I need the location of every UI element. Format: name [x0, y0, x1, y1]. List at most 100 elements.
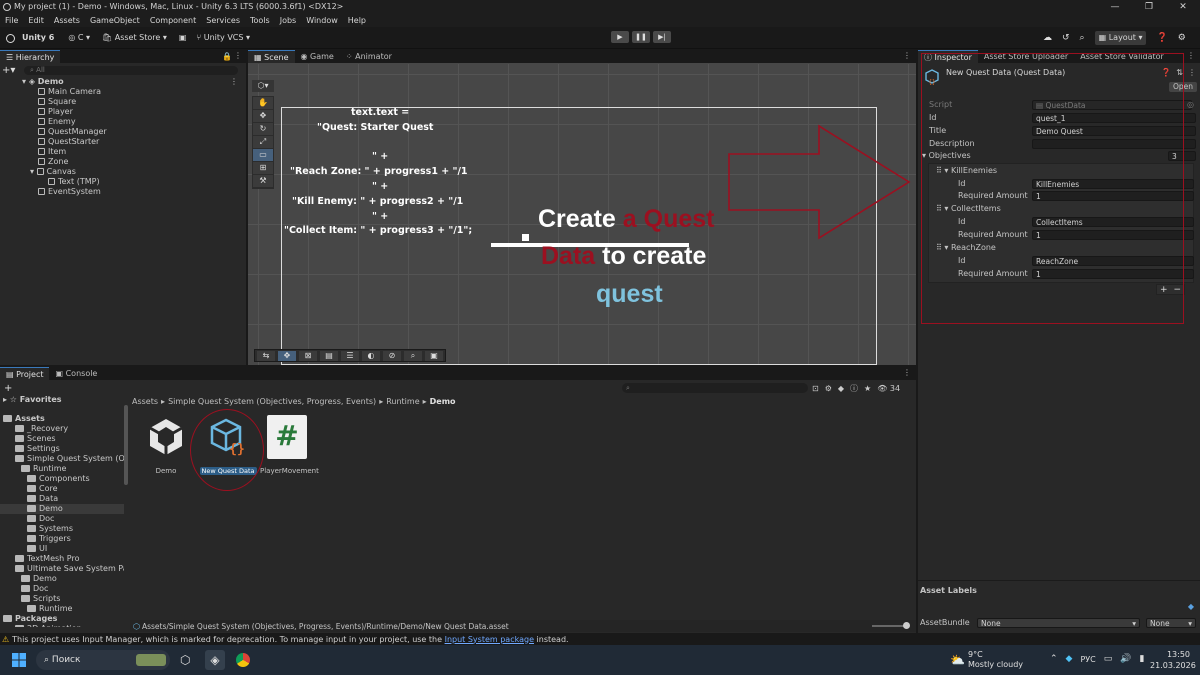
- battery-icon[interactable]: ▮: [1140, 654, 1145, 664]
- history-icon[interactable]: ↺: [1062, 33, 1070, 43]
- search-scene-icon[interactable]: ⊡: [812, 384, 819, 393]
- project-search-input[interactable]: ⌕: [622, 383, 808, 393]
- minimize-button[interactable]: —: [1098, 0, 1132, 14]
- rect-tool-icon[interactable]: ▭: [253, 149, 273, 161]
- input-system-link[interactable]: Input System package: [445, 635, 534, 644]
- tab-hierarchy[interactable]: ☰ Hierarchy: [0, 50, 61, 63]
- windows-start-icon[interactable]: [12, 653, 26, 667]
- project-tree-item[interactable]: TextMesh Pro: [15, 554, 124, 564]
- project-tree-item[interactable]: Doc: [21, 584, 124, 594]
- hidden-count-icon[interactable]: 👁 34: [877, 384, 900, 393]
- clock[interactable]: 13:50 21.03.2026: [1150, 650, 1196, 670]
- camera-icon[interactable]: ▣: [425, 350, 443, 361]
- asset-store-button[interactable]: 🛍 Asset Store ▾: [98, 31, 171, 45]
- project-tree-item[interactable]: Runtime: [21, 464, 124, 474]
- menu-help[interactable]: Help: [343, 14, 371, 27]
- favorite-icon[interactable]: ★: [864, 384, 871, 393]
- project-tree-item[interactable]: Data: [27, 494, 124, 504]
- menu-window[interactable]: Window: [301, 14, 343, 27]
- menu-assets[interactable]: Assets: [49, 14, 85, 27]
- unity-version-button[interactable]: Unity 6: [18, 31, 58, 45]
- project-tree-item[interactable]: Scripts: [21, 594, 124, 604]
- hand-tool-icon[interactable]: ✋: [253, 97, 273, 109]
- project-tree-item[interactable]: Systems: [27, 524, 124, 534]
- grid-icon[interactable]: ▤: [320, 350, 338, 361]
- volume-icon[interactable]: 🔊: [1120, 654, 1131, 664]
- project-tree-item[interactable]: Demo: [0, 504, 124, 514]
- tab-scene[interactable]: ▦ Scene: [248, 50, 295, 63]
- menu-services[interactable]: Services: [201, 14, 245, 27]
- tray-app-icon[interactable]: ◆: [1066, 654, 1073, 664]
- tab-project[interactable]: ▤ Project: [0, 367, 50, 380]
- cloud-icon[interactable]: ☁: [1043, 33, 1052, 43]
- scene-options-icon[interactable]: ⋮: [230, 77, 238, 86]
- tray-chevron-icon[interactable]: ⌃: [1050, 654, 1058, 664]
- step-button[interactable]: ▶|: [653, 31, 671, 43]
- hierarchy-item-queststarter[interactable]: QuestStarter: [38, 137, 99, 147]
- asset-tile-playermovement[interactable]: # PlayerMovement: [260, 415, 319, 481]
- project-tree-item[interactable]: Components: [27, 474, 124, 484]
- play-button[interactable]: ▶: [611, 31, 629, 43]
- menu-tools[interactable]: Tools: [245, 14, 275, 27]
- project-more-icon[interactable]: ⋮: [903, 368, 911, 377]
- hierarchy-item-canvas[interactable]: ▾ Canvas: [30, 167, 76, 177]
- menu-edit[interactable]: Edit: [23, 14, 49, 27]
- project-tree-item[interactable]: Core: [27, 484, 124, 494]
- unity-account-icon[interactable]: [6, 33, 15, 43]
- create-asset-button[interactable]: +: [4, 383, 12, 394]
- breadcrumb-item[interactable]: Assets: [132, 397, 158, 406]
- lighting-icon[interactable]: ◐: [362, 350, 380, 361]
- filter-type-icon[interactable]: ⚙: [825, 384, 832, 393]
- project-tree-item[interactable]: Ultimate Save System Pac: [15, 564, 124, 574]
- taskbar-app-unity-hub[interactable]: ⬡: [180, 653, 190, 667]
- favorites-section[interactable]: ▸ ☆ Favorites: [3, 395, 62, 405]
- help-icon[interactable]: ❓: [1156, 33, 1167, 43]
- lock-icon[interactable]: 🔒: [222, 52, 232, 61]
- draw-mode-dropdown[interactable]: ⬡▾: [252, 80, 274, 92]
- scale-tool-icon[interactable]: ⤢: [253, 136, 273, 148]
- project-tree-item[interactable]: Demo: [21, 574, 124, 584]
- icon-size-slider[interactable]: [872, 622, 910, 629]
- hierarchy-item-item[interactable]: Item: [38, 147, 66, 157]
- project-tree-item[interactable]: Settings: [15, 444, 124, 454]
- project-tree-item[interactable]: 2D Animation: [15, 624, 124, 627]
- tab-game[interactable]: ◉ Game: [295, 50, 340, 63]
- hierarchy-item-questmanager[interactable]: QuestManager: [38, 127, 107, 137]
- pause-button[interactable]: ❚❚: [632, 31, 650, 43]
- scene-root-row[interactable]: ▾ ◈ Demo: [22, 77, 232, 87]
- visibility-icon[interactable]: ⊘: [383, 350, 401, 361]
- add-object-button[interactable]: +▾: [2, 65, 18, 76]
- hierarchy-item-enemy[interactable]: Enemy: [38, 117, 76, 127]
- hierarchy-item-square[interactable]: Square: [38, 97, 76, 107]
- hierarchy-item-main-camera[interactable]: Main Camera: [38, 87, 101, 97]
- hierarchy-item-player[interactable]: Player: [38, 107, 73, 117]
- hierarchy-item-zone[interactable]: Zone: [38, 157, 68, 167]
- layout-dropdown[interactable]: ▦ Layout ▾: [1094, 31, 1147, 45]
- more-icon[interactable]: ⋮: [234, 51, 242, 60]
- tag-icon[interactable]: ◆: [1188, 602, 1194, 611]
- rotate-tool-icon[interactable]: ↻: [253, 123, 273, 135]
- project-tree-item[interactable]: Packages: [3, 614, 124, 624]
- project-tree-item[interactable]: Doc: [27, 514, 124, 524]
- project-tree-item[interactable]: Scenes: [15, 434, 124, 444]
- vcs-button[interactable]: ⑂ Unity VCS ▾: [192, 31, 254, 45]
- filter-label-icon[interactable]: ◆: [838, 384, 844, 393]
- scene-more-icon[interactable]: ⋮: [903, 51, 911, 60]
- language-indicator[interactable]: РУС: [1080, 655, 1095, 664]
- close-button[interactable]: ✕: [1166, 0, 1200, 14]
- snap-icon[interactable]: ⇆: [257, 350, 275, 361]
- account-dropdown[interactable]: ◎ C ▾: [64, 31, 94, 45]
- tab-console[interactable]: ▣ Console: [49, 367, 103, 380]
- tree-scrollbar[interactable]: [124, 405, 128, 485]
- zoom-icon[interactable]: ⌕: [404, 350, 422, 361]
- hierarchy-item-text-tmp[interactable]: Text (TMP): [48, 177, 100, 187]
- tab-animator[interactable]: ⁘ Animator: [340, 50, 398, 63]
- global-icon[interactable]: ⊠: [299, 350, 317, 361]
- slider-handle[interactable]: [903, 622, 910, 629]
- menu-icon[interactable]: ⋮: [1188, 68, 1196, 77]
- project-tree-item[interactable]: UI: [27, 544, 124, 554]
- menu-jobs[interactable]: Jobs: [275, 14, 302, 27]
- inspector-lock-icon[interactable]: ⋮: [1187, 51, 1195, 60]
- menu-component[interactable]: Component: [145, 14, 201, 27]
- move-tool-icon[interactable]: ✥: [253, 110, 273, 122]
